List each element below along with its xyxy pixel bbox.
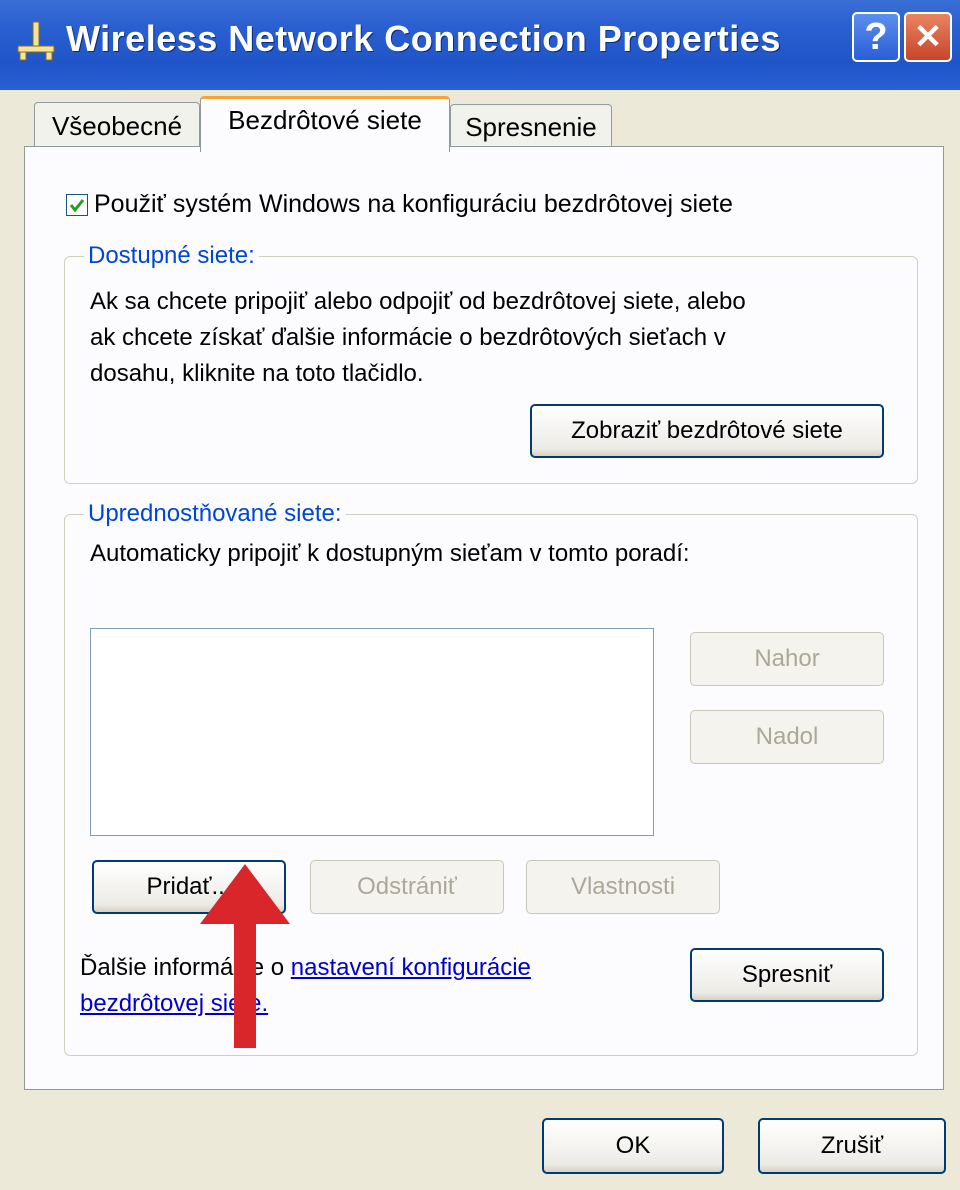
advanced-button[interactable]: Spresniť: [690, 948, 884, 1002]
red-arrow-annotation: [200, 864, 290, 1048]
button-label: Odstrániť: [357, 873, 457, 900]
button-label: Nadol: [755, 723, 819, 750]
close-icon: ✕: [913, 18, 943, 56]
window-title: Wireless Network Connection Properties: [66, 18, 781, 59]
use-windows-label: Použiť systém Windows na konfiguráciu be…: [94, 190, 733, 218]
preferred-networks-legend: Uprednostňované siete:: [84, 500, 346, 528]
tab-vseobecne[interactable]: Všeobecné: [34, 102, 200, 150]
tab-label: Bezdrôtové siete: [228, 105, 422, 135]
help-icon: ?: [864, 15, 888, 58]
available-networks-description-line: ak chcete získať ďalšie informácie o bez…: [90, 324, 726, 351]
title-bar: Wireless Network Connection Properties ?…: [0, 0, 960, 90]
tab-label: Všeobecné: [51, 111, 183, 141]
ok-button[interactable]: OK: [542, 1118, 724, 1174]
checkmark-icon: [69, 199, 85, 213]
help-button[interactable]: ?: [852, 12, 900, 62]
preferred-networks-description: Automaticky pripojiť k dostupným sieťam …: [90, 540, 690, 567]
move-up-button[interactable]: Nahor: [690, 632, 884, 686]
tab-label: Spresnenie: [465, 112, 597, 142]
cancel-button[interactable]: Zrušiť: [758, 1118, 946, 1174]
button-label: OK: [615, 1132, 651, 1159]
button-label: Nahor: [754, 645, 820, 672]
tab-spresnenie[interactable]: Spresnenie: [450, 104, 612, 150]
view-wireless-networks-button[interactable]: Zobraziť bezdrôtové siete: [530, 404, 884, 458]
close-button[interactable]: ✕: [904, 12, 952, 62]
tab-bezdrotove-siete[interactable]: Bezdrôtové siete: [200, 96, 450, 152]
use-windows-checkbox[interactable]: [66, 194, 88, 216]
available-networks-description-line: Ak sa chcete pripojiť alebo odpojiť od b…: [90, 288, 746, 315]
preferred-networks-list[interactable]: [90, 628, 654, 836]
move-down-button[interactable]: Nadol: [690, 710, 884, 764]
button-label: Spresniť: [741, 961, 833, 988]
network-connection-icon: [17, 21, 55, 61]
button-label: Zrušiť: [820, 1132, 884, 1159]
available-networks-description-line: dosahu, kliknite na toto tlačidlo.: [90, 360, 424, 387]
button-label: Zobraziť bezdrôtové siete: [571, 417, 843, 444]
button-label: Vlastnosti: [570, 873, 676, 900]
info-text-line1: Ďalšie informácie o nastavení konfigurác…: [80, 954, 531, 982]
config-info-link[interactable]: nastavení konfigurácie: [291, 954, 531, 981]
available-networks-legend: Dostupné siete:: [84, 242, 259, 270]
network-properties-button[interactable]: Vlastnosti: [526, 860, 720, 914]
remove-network-button[interactable]: Odstrániť: [310, 860, 504, 914]
